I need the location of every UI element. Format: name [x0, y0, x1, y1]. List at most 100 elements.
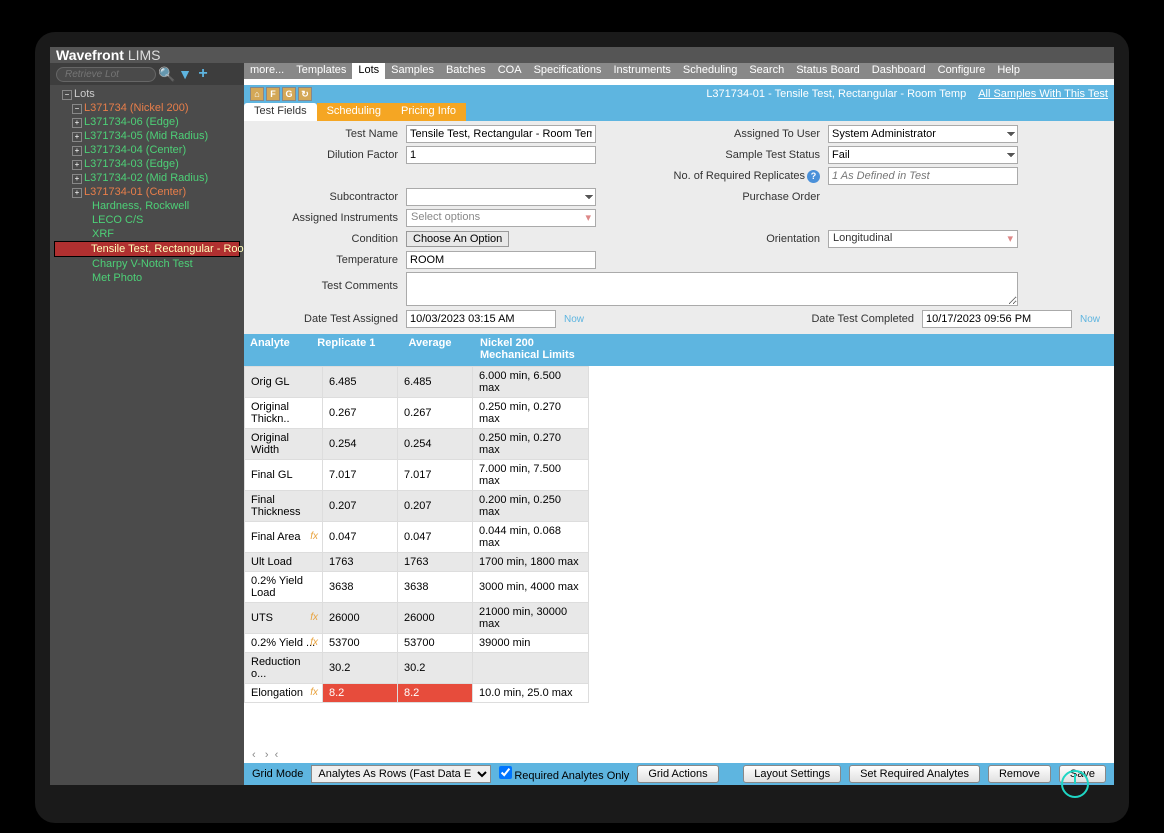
menu-coa[interactable]: COA — [492, 63, 528, 79]
menu-samples[interactable]: Samples — [385, 63, 440, 79]
remove-button[interactable]: Remove — [988, 765, 1051, 783]
limits-cell: 7.000 min, 7.500 max — [473, 460, 589, 491]
replicate-cell[interactable]: 0.207 — [323, 491, 398, 522]
menu-dashboard[interactable]: Dashboard — [866, 63, 932, 79]
tab-pricing-info[interactable]: Pricing Info — [391, 103, 466, 121]
tree-test[interactable]: LECO C/S — [54, 213, 240, 227]
grid-mode-select[interactable]: Analytes As Rows (Fast Data E — [311, 765, 491, 783]
brand-name: Wavefront — [56, 47, 124, 63]
grid-actions-button[interactable]: Grid Actions — [637, 765, 718, 783]
replicate-cell[interactable]: 1763 — [323, 553, 398, 572]
condition-button[interactable]: Choose An Option — [406, 231, 509, 247]
tree-sample[interactable]: +L371734-02 (Mid Radius) — [54, 171, 240, 185]
replicate-cell[interactable]: 0.047 — [323, 522, 398, 553]
tree-sample[interactable]: +L371734-04 (Center) — [54, 143, 240, 157]
status-select[interactable]: Fail — [828, 146, 1018, 164]
menu-search[interactable]: Search — [743, 63, 790, 79]
now-link-assigned[interactable]: Now — [560, 314, 600, 325]
add-icon[interactable]: + — [196, 67, 210, 81]
tree-test[interactable]: XRF — [54, 227, 240, 241]
subcontractor-select[interactable] — [406, 188, 596, 206]
test-name-input[interactable] — [406, 125, 596, 143]
now-link-completed[interactable]: Now — [1076, 314, 1106, 325]
label-instruments: Assigned Instruments — [252, 212, 402, 224]
replicate-cell[interactable]: 0.267 — [323, 398, 398, 429]
average-cell: 0.047 — [398, 522, 473, 553]
label-test-name: Test Name — [252, 128, 402, 140]
average-cell: 3638 — [398, 572, 473, 603]
set-required-button[interactable]: Set Required Analytes — [849, 765, 980, 783]
average-cell: 0.267 — [398, 398, 473, 429]
limits-cell: 0.200 min, 0.250 max — [473, 491, 589, 522]
tree-root[interactable]: −Lots — [54, 87, 240, 101]
analyte-cell: 0.2% Yield Load — [245, 572, 323, 603]
replicate-cell[interactable]: 8.2 — [323, 684, 398, 703]
instruments-select[interactable]: Select options — [406, 209, 596, 227]
col-header[interactable]: Analyte — [244, 334, 311, 366]
average-cell: 6.485 — [398, 367, 473, 398]
menu-configure[interactable]: Configure — [932, 63, 992, 79]
temperature-input[interactable] — [406, 251, 596, 269]
help-icon[interactable]: ? — [807, 170, 820, 183]
dilution-input[interactable] — [406, 146, 596, 164]
required-only-checkbox[interactable]: Required Analytes Only — [499, 766, 629, 782]
analyte-cell: 0.2% Yield ...fx — [245, 634, 323, 653]
tree-sample[interactable]: +L371734-01 (Center) — [54, 185, 240, 199]
limits-cell: 0.250 min, 0.270 max — [473, 398, 589, 429]
menu-templates[interactable]: Templates — [290, 63, 352, 79]
replicate-cell[interactable]: 7.017 — [323, 460, 398, 491]
tree-test[interactable]: Met Photo — [54, 271, 240, 285]
menu-status-board[interactable]: Status Board — [790, 63, 866, 79]
menu-specifications[interactable]: Specifications — [528, 63, 608, 79]
analyte-cell: Elongationfx — [245, 684, 323, 703]
brand-bar: Wavefront LIMS — [50, 47, 1114, 63]
toolbar-icon-1[interactable]: F — [266, 87, 280, 101]
search-icon[interactable]: 🔍 — [160, 67, 174, 81]
sidebar-tree: −Lots −L371734 (Nickel 200) +L371734-06 … — [50, 85, 244, 785]
tree-lot[interactable]: −L371734 (Nickel 200) — [54, 101, 240, 115]
tab-scheduling[interactable]: Scheduling — [317, 103, 391, 121]
average-cell: 0.254 — [398, 429, 473, 460]
col-header[interactable]: Average — [402, 334, 474, 366]
all-samples-link[interactable]: All Samples With This Test — [978, 88, 1108, 100]
tree-sample[interactable]: +L371734-03 (Edge) — [54, 157, 240, 171]
analyte-cell: Final Areafx — [245, 522, 323, 553]
menu-lots[interactable]: Lots — [352, 63, 385, 79]
menu-scheduling[interactable]: Scheduling — [677, 63, 743, 79]
replicate-cell[interactable]: 0.254 — [323, 429, 398, 460]
tree-test[interactable]: Hardness, Rockwell — [54, 199, 240, 213]
table-row: Ult Load176317631700 min, 1800 max — [245, 553, 589, 572]
retrieve-lot-input[interactable] — [56, 67, 156, 82]
toolbar-icon-3[interactable]: ↻ — [298, 87, 312, 101]
form-area: Test Name Assigned To User System Admini… — [244, 121, 1114, 334]
menu-instruments[interactable]: Instruments — [607, 63, 676, 79]
replicate-cell[interactable]: 26000 — [323, 603, 398, 634]
tree-sample[interactable]: +L371734-05 (Mid Radius) — [54, 129, 240, 143]
comments-textarea[interactable] — [406, 272, 1018, 306]
date-assigned-input[interactable] — [406, 310, 556, 328]
toolbar-icon-0[interactable]: ⌂ — [250, 87, 264, 101]
tab-test-fields[interactable]: Test Fields — [244, 103, 317, 121]
tree-test[interactable]: Tensile Test, Rectangular - Room Te — [54, 241, 240, 257]
menu-more-[interactable]: more... — [244, 63, 290, 79]
replicate-cell[interactable]: 3638 — [323, 572, 398, 603]
limits-cell: 1700 min, 1800 max — [473, 553, 589, 572]
layout-settings-button[interactable]: Layout Settings — [743, 765, 841, 783]
assigned-user-select[interactable]: System Administrator — [828, 125, 1018, 143]
toolbar-icon-2[interactable]: G — [282, 87, 296, 101]
menu-batches[interactable]: Batches — [440, 63, 492, 79]
tree-sample[interactable]: +L371734-06 (Edge) — [54, 115, 240, 129]
replicate-cell[interactable]: 6.485 — [323, 367, 398, 398]
replicates-input[interactable] — [828, 167, 1018, 185]
menu-help[interactable]: Help — [991, 63, 1026, 79]
col-header[interactable]: Nickel 200 Mechanical Limits — [474, 334, 589, 366]
tabs-row: Test FieldsSchedulingPricing Info — [244, 103, 1114, 121]
date-completed-input[interactable] — [922, 310, 1072, 328]
tree-test[interactable]: Charpy V-Notch Test — [54, 257, 240, 271]
filter-icon[interactable]: ▼ — [178, 67, 192, 81]
label-grid-mode: Grid Mode — [252, 768, 303, 780]
orientation-select[interactable]: Longitudinal — [828, 230, 1018, 248]
replicate-cell[interactable]: 30.2 — [323, 653, 398, 684]
col-header[interactable]: Replicate 1 — [311, 334, 402, 366]
replicate-cell[interactable]: 53700 — [323, 634, 398, 653]
